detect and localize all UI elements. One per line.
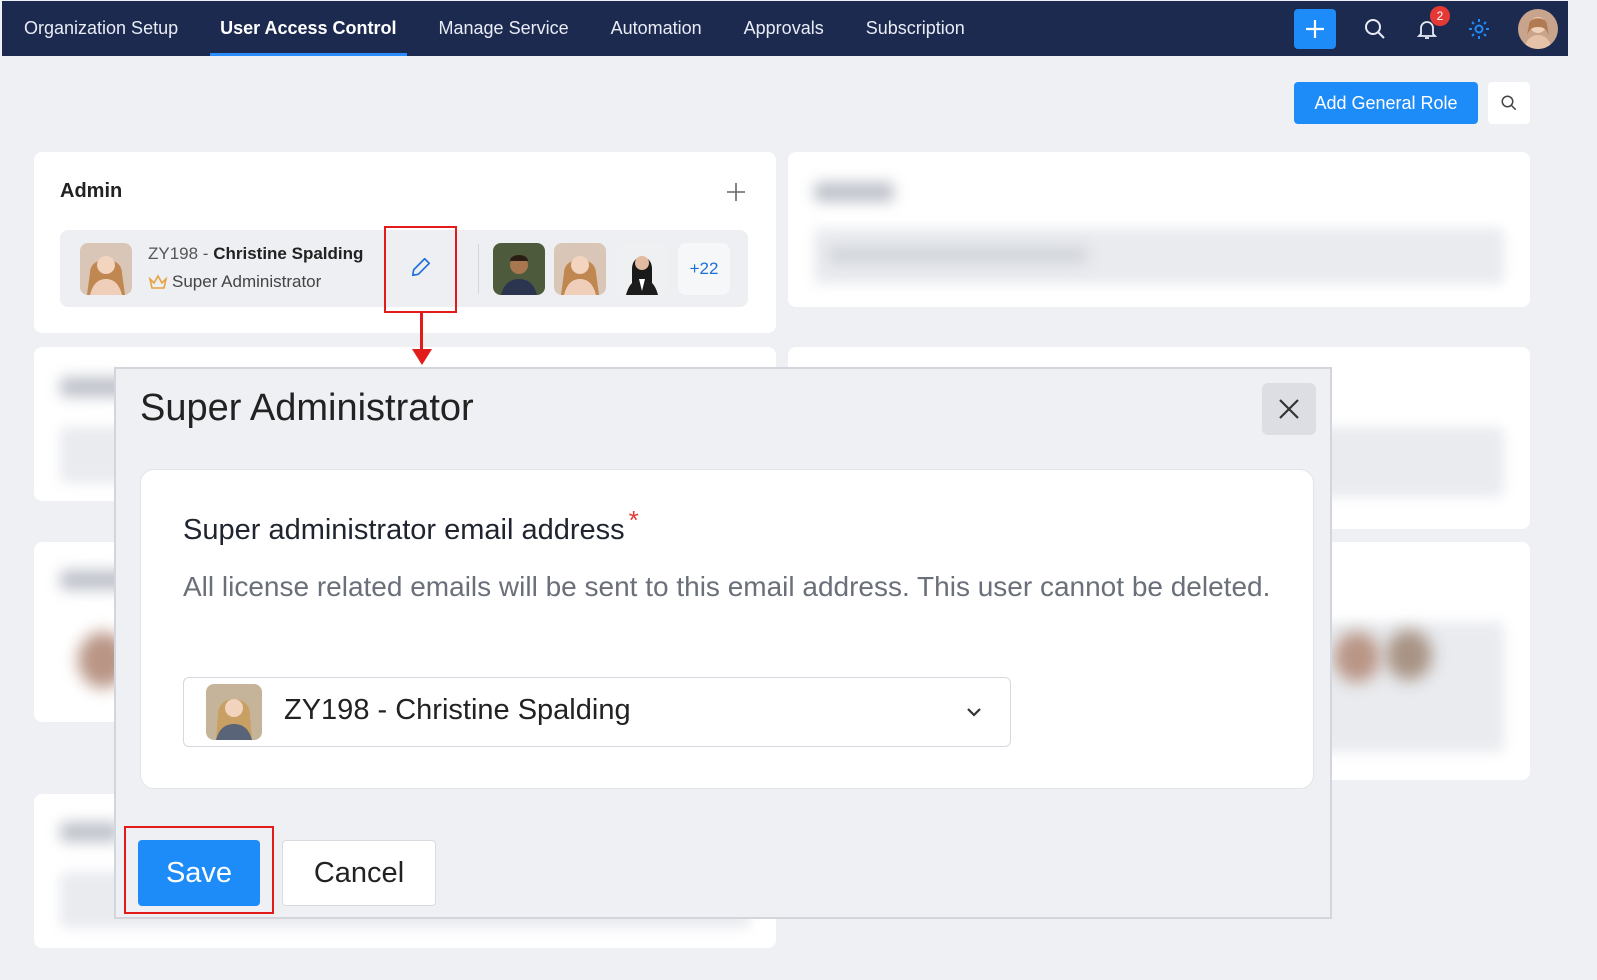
search-icon	[1501, 95, 1517, 111]
quick-create-button[interactable]	[1294, 8, 1336, 49]
add-general-role-button[interactable]: Add General Role	[1294, 82, 1478, 124]
roles-search-button[interactable]	[1488, 82, 1530, 124]
divider	[478, 244, 479, 294]
super-admin-role: Super Administrator	[148, 272, 321, 292]
annotation-arrow-head	[412, 349, 432, 365]
close-dialog-button[interactable]	[1262, 383, 1316, 435]
pencil-icon	[411, 257, 430, 277]
blurred-avatar	[1334, 632, 1380, 682]
save-button[interactable]: Save	[138, 840, 260, 906]
crown-icon	[148, 274, 168, 289]
selected-user-label: ZY198 - Christine Spalding	[284, 694, 631, 726]
role-label: Super Administrator	[172, 272, 322, 291]
plus-icon	[1306, 19, 1324, 38]
settings-button[interactable]	[1466, 16, 1492, 42]
more-members-count[interactable]: +22	[678, 243, 730, 295]
selected-user-avatar	[206, 684, 262, 740]
nav-tabs: Organization Setup User Access Control M…	[2, 1, 997, 56]
user-avatar[interactable]	[1518, 8, 1558, 49]
field-label-text: Super administrator email address	[183, 514, 625, 546]
plus-icon	[727, 183, 745, 201]
field-description: All license related emails will be sent …	[183, 571, 1271, 602]
add-member-button[interactable]	[726, 178, 746, 209]
member-avatar[interactable]	[616, 243, 668, 295]
employee-name: Christine Spalding	[213, 244, 364, 263]
member-avatar[interactable]	[493, 243, 545, 295]
tab-subscription[interactable]: Subscription	[856, 1, 975, 56]
tab-approvals[interactable]: Approvals	[734, 1, 834, 56]
member-avatar[interactable]	[554, 243, 606, 295]
blurred-text	[828, 246, 1088, 264]
search-icon	[1365, 18, 1385, 39]
super-admin-avatar	[80, 243, 132, 295]
blurred-text	[60, 822, 120, 842]
role-title: Admin	[60, 180, 123, 202]
super-admin-name: ZY198 - Christine Spalding	[148, 244, 363, 264]
close-icon	[1279, 399, 1299, 419]
gear-icon	[1469, 18, 1489, 39]
global-search-button[interactable]	[1362, 16, 1388, 42]
employee-code: ZY198 -	[148, 244, 214, 263]
super-admin-select[interactable]: ZY198 - Christine Spalding	[183, 677, 1011, 747]
tab-manage-service[interactable]: Manage Service	[429, 1, 579, 56]
notification-badge: 2	[1430, 5, 1450, 26]
annotation-arrow	[420, 313, 423, 353]
edit-super-admin-button[interactable]	[410, 256, 432, 283]
chevron-down-icon	[964, 702, 984, 727]
nav-actions: 2	[1294, 1, 1558, 56]
dialog-title: Super Administrator	[140, 387, 474, 429]
super-administrator-dialog: Super Administrator Super administrator …	[114, 367, 1332, 919]
tab-automation[interactable]: Automation	[601, 1, 712, 56]
blurred-role-card	[788, 152, 1530, 307]
tab-organization-setup[interactable]: Organization Setup	[14, 1, 188, 56]
top-navigation-bar: Organization Setup User Access Control M…	[2, 1, 1568, 56]
required-marker: *	[628, 505, 639, 535]
cancel-button[interactable]: Cancel	[282, 840, 436, 906]
dialog-form-panel: Super administrator email address * All l…	[140, 469, 1314, 789]
blurred-text	[814, 182, 894, 202]
edit-highlight-annotation	[384, 226, 457, 313]
tab-user-access-control[interactable]: User Access Control	[210, 1, 407, 56]
field-label: Super administrator email address *	[183, 505, 639, 547]
blurred-avatar	[1386, 630, 1432, 680]
notifications-button[interactable]: 2	[1414, 5, 1450, 42]
